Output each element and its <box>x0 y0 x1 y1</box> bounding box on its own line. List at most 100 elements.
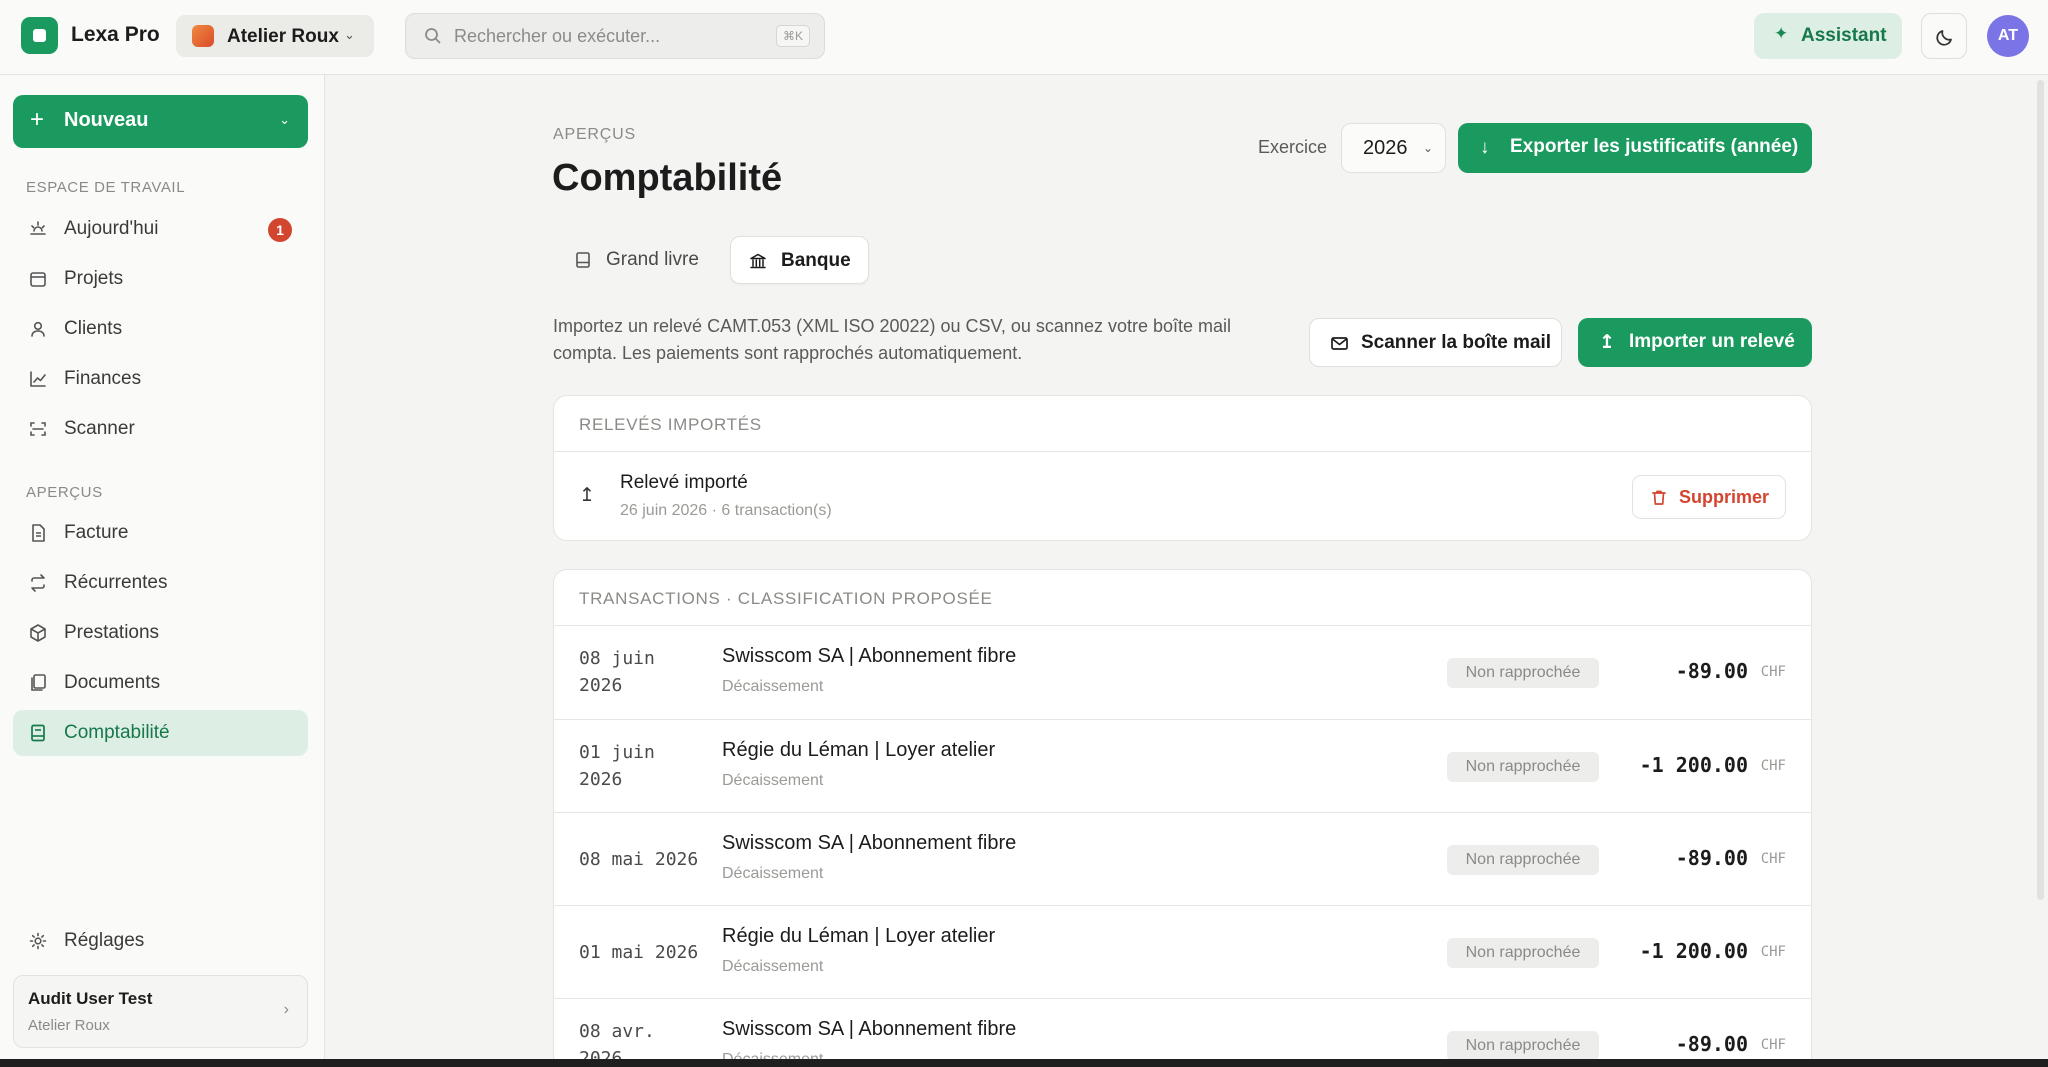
search-bar[interactable]: ⌘K <box>405 13 825 59</box>
chevron-down-icon: ⌄ <box>1422 141 1433 155</box>
user-avatar[interactable]: AT <box>1987 15 2029 57</box>
statement-title: Relevé importé <box>620 472 748 493</box>
sidebar-item-documents[interactable]: Documents <box>13 660 308 706</box>
upload-icon: ↥ <box>1599 332 1615 353</box>
section-label-workspace: ESPACE DE TRAVAIL <box>26 179 186 196</box>
sidebar-item-accounting[interactable]: Comptabilité <box>13 710 308 756</box>
user-organization: Atelier Roux <box>28 1017 110 1034</box>
transaction-amount: -89.00 <box>1675 846 1748 870</box>
transaction-type: Décaissement <box>722 865 824 882</box>
assistant-label: Assistant <box>1801 25 1887 46</box>
scan-mailbox-button[interactable]: Scanner la boîte mail <box>1309 318 1562 367</box>
fiscal-year-label: Exercice <box>1258 137 1328 157</box>
search-shortcut-hint: ⌘K <box>775 25 810 47</box>
moon-icon <box>1936 30 1952 46</box>
export-receipts-label: Exporter les justificatifs (année) <box>1510 136 1799 157</box>
transaction-type: Décaissement <box>722 678 824 695</box>
transaction-title: Swisscom SA | Abonnement fibre <box>722 1018 1017 1040</box>
ledger-icon <box>31 724 45 742</box>
sidebar-item-recurring[interactable]: Récurrentes <box>13 560 308 606</box>
transaction-currency: CHF <box>1760 664 1786 680</box>
transaction-row[interactable]: 08 mai 2026 Swisscom SA | Abonnement fib… <box>554 812 1811 905</box>
app-title: Lexa Pro <box>71 23 160 46</box>
imported-statements-heading: RELEVÉS IMPORTÉS <box>554 396 1811 452</box>
plus-icon: + <box>30 106 45 133</box>
new-button[interactable]: + Nouveau ⌄ <box>13 95 308 148</box>
sidebar-item-label: Finances <box>64 368 142 389</box>
transactions-card: TRANSACTIONS · CLASSIFICATION PROPOSÉE 0… <box>553 569 1812 1067</box>
sidebar-item-clients[interactable]: Clients <box>13 306 308 352</box>
sidebar-item-label: Comptabilité <box>64 722 170 743</box>
package-icon <box>30 624 46 642</box>
page-title: Comptabilité <box>552 157 783 199</box>
import-instructions: Importez un relevé CAMT.053 (XML ISO 200… <box>553 316 1232 363</box>
tab-bank[interactable]: Banque <box>730 236 869 284</box>
transaction-currency: CHF <box>1760 851 1786 867</box>
search-icon <box>425 28 441 44</box>
transactions-heading: TRANSACTIONS · CLASSIFICATION PROPOSÉE <box>554 570 1811 626</box>
transaction-row[interactable]: 01 juin 2026 Régie du Léman | Loyer atel… <box>554 719 1811 812</box>
transaction-row[interactable]: 08 juin 2026 Swisscom SA | Abonnement fi… <box>554 626 1811 719</box>
transaction-amount: -1 200.00 <box>1639 939 1748 963</box>
section-label-overview: APERÇUS <box>26 484 103 501</box>
sidebar-item-invoice[interactable]: Facture <box>13 510 308 556</box>
transaction-type: Décaissement <box>722 958 824 975</box>
user-card[interactable]: Audit User Test Atelier Roux › <box>13 975 308 1048</box>
app-logo[interactable] <box>21 17 58 54</box>
sidebar-item-label: Réglages <box>64 930 145 951</box>
user-icon <box>31 321 45 337</box>
sidebar-item-finances[interactable]: Finances <box>13 356 308 402</box>
window-bottom-edge <box>0 1059 2048 1067</box>
transaction-currency: CHF <box>1760 1037 1786 1053</box>
status-badge: Non rapprochée <box>1447 1031 1599 1061</box>
scan-icon <box>30 422 46 436</box>
import-statement-button[interactable]: ↥ Importer un relevé <box>1578 318 1812 367</box>
assistant-button[interactable]: ✦ Assistant <box>1754 13 1902 59</box>
sidebar-item-today[interactable]: Aujourd'hui 1 <box>13 206 308 252</box>
new-button-label: Nouveau <box>64 109 149 131</box>
transaction-row[interactable]: 08 avr. 2026 Swisscom SA | Abonnement fi… <box>554 998 1811 1067</box>
sidebar-item-label: Aujourd'hui <box>64 218 159 239</box>
search-input[interactable] <box>454 23 754 49</box>
transaction-title: Régie du Léman | Loyer atelier <box>722 739 996 761</box>
file-text-icon <box>32 524 45 542</box>
tab-general-ledger[interactable]: Grand livre <box>556 236 712 284</box>
workspace-switcher[interactable]: Atelier Roux ⌄ <box>176 15 374 57</box>
status-badge: Non rapprochée <box>1447 658 1599 688</box>
top-bar: Lexa Pro Atelier Roux ⌄ ⌘K ✦ Assistant A… <box>0 0 2048 75</box>
transaction-amount: -89.00 <box>1675 659 1748 683</box>
repeat-icon <box>31 574 45 592</box>
statement-meta: 26 juin 2026 · 6 transaction(s) <box>620 502 832 519</box>
transaction-date: 08 juin 2026 <box>579 648 655 696</box>
status-badge: Non rapprochée <box>1447 938 1599 968</box>
trash-icon <box>1652 490 1666 505</box>
bank-icon <box>750 253 766 269</box>
tab-label: Grand livre <box>606 249 699 270</box>
sidebar-item-scanner[interactable]: Scanner <box>13 406 308 452</box>
statement-row: ↥ Relevé importé 26 juin 2026 · 6 transa… <box>554 452 1811 540</box>
page-scrollbar[interactable] <box>2037 80 2044 900</box>
theme-toggle-button[interactable] <box>1921 13 1967 59</box>
transaction-currency: CHF <box>1760 944 1786 960</box>
transaction-title: Swisscom SA | Abonnement fibre <box>722 832 1017 854</box>
sidebar-item-projects[interactable]: Projets <box>13 256 308 302</box>
upload-icon: ↥ <box>579 485 595 506</box>
fiscal-year-select[interactable]: 2026 ⌄ <box>1341 123 1446 173</box>
sidebar: + Nouveau ⌄ ESPACE DE TRAVAIL Aujourd'hu… <box>0 75 325 1067</box>
sunrise-icon <box>30 221 46 235</box>
ledger-icon <box>576 252 590 268</box>
workspace-name: Atelier Roux <box>227 26 339 47</box>
page-overline: APERÇUS <box>553 126 636 143</box>
transaction-amount: -89.00 <box>1675 1032 1748 1056</box>
sidebar-item-label: Prestations <box>64 622 160 643</box>
transaction-currency: CHF <box>1760 758 1786 774</box>
sparkle-icon: ✦ <box>1774 24 1789 43</box>
transaction-row[interactable]: 01 mai 2026 Régie du Léman | Loyer ateli… <box>554 905 1811 998</box>
transaction-date: 01 mai 2026 <box>579 942 699 963</box>
sidebar-item-settings[interactable]: Réglages <box>13 918 308 964</box>
sidebar-item-services[interactable]: Prestations <box>13 610 308 656</box>
transaction-date: 01 juin 2026 <box>579 742 655 790</box>
transaction-date: 08 mai 2026 <box>579 849 699 870</box>
delete-statement-button[interactable]: Supprimer <box>1632 475 1786 519</box>
export-receipts-button[interactable]: ↓ Exporter les justificatifs (année) <box>1458 123 1812 173</box>
